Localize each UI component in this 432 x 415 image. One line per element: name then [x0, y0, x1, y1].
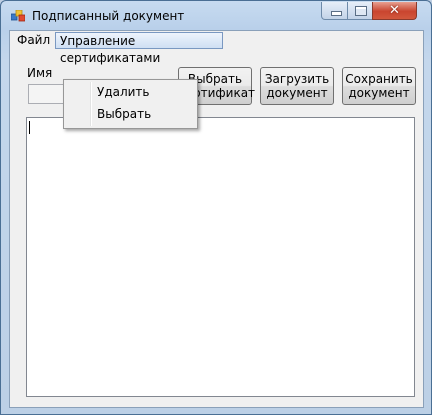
menu-file[interactable]: Файл [13, 32, 54, 49]
window-title: Подписанный документ [32, 9, 185, 23]
title-bar[interactable]: Подписанный документ ✕ [1, 1, 431, 30]
minimize-icon [331, 11, 342, 16]
menu-certificate-management[interactable]: Управление сертификатами [55, 32, 223, 65]
menu-bar: Файл Управление сертификатами [10, 31, 423, 65]
main-window: Подписанный документ ✕ Файл Управление с… [0, 0, 432, 415]
document-textarea[interactable] [26, 117, 415, 397]
name-label: Имя [27, 66, 53, 80]
load-document-button[interactable]: Загрузить документ [260, 67, 334, 105]
maximize-icon [355, 6, 367, 16]
client-area: Файл Управление сертификатами Имя Выбрат… [9, 30, 424, 408]
certificate-menu-dropdown: Удалить Выбрать [63, 79, 198, 129]
app-icon [11, 10, 25, 22]
save-document-line1: Сохранить [345, 72, 413, 86]
load-document-line2: документ [266, 86, 328, 100]
close-icon: ✕ [389, 3, 400, 18]
menu-item-select[interactable]: Выбрать [97, 104, 151, 124]
close-button[interactable]: ✕ [372, 2, 417, 20]
minimize-button[interactable] [321, 2, 348, 20]
save-document-button[interactable]: Сохранить документ [342, 67, 416, 105]
menu-gutter [90, 82, 91, 126]
save-document-line2: документ [348, 86, 410, 100]
menu-item-delete[interactable]: Удалить [97, 82, 150, 102]
load-document-line1: Загрузить [264, 72, 330, 86]
maximize-button[interactable] [347, 2, 373, 20]
text-caret [29, 121, 30, 134]
